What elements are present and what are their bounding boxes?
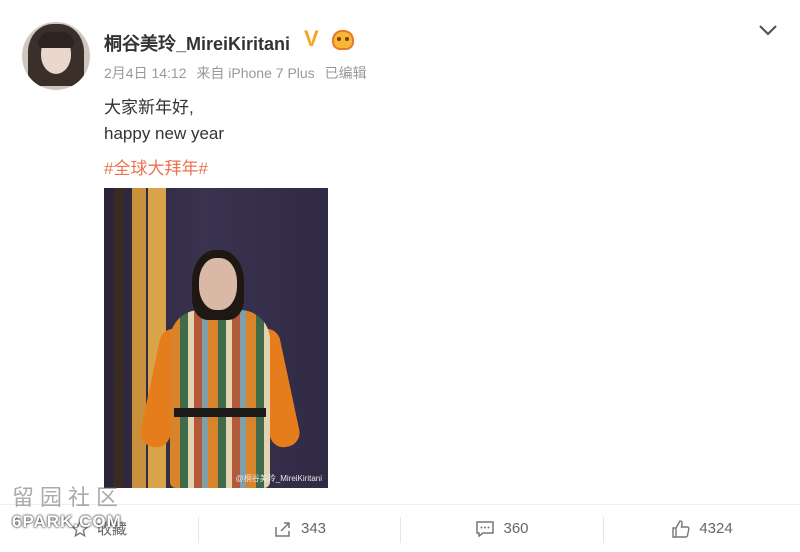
member-badge-icon[interactable] <box>332 30 354 50</box>
post-text-line: happy new year <box>104 124 225 143</box>
site-watermark: 留园社区 6PARK.COM <box>12 480 142 531</box>
comment-count: 360 <box>503 520 529 537</box>
like-button[interactable]: 4324 <box>604 505 800 552</box>
comment-button[interactable]: 360 <box>401 505 603 552</box>
like-count: 4324 <box>699 520 733 537</box>
share-icon <box>275 521 290 537</box>
username[interactable]: 桐谷美玲_MireiKiritani <box>104 30 290 56</box>
chevron-down-icon[interactable] <box>756 20 780 40</box>
post-text-line: 大家新年好, <box>104 98 194 117</box>
post-image[interactable]: @桐谷美玲_MireiKiritani <box>104 188 328 488</box>
avatar[interactable] <box>22 22 90 90</box>
edited-label[interactable]: 已编辑 <box>325 65 367 81</box>
site-watermark-en: 6PARK.COM <box>12 512 122 531</box>
post-source: 来自 iPhone 7 Plus <box>196 65 315 81</box>
image-watermark: @桐谷美玲_MireiKiritani <box>235 474 322 483</box>
repost-count: 343 <box>300 520 327 537</box>
repost-button[interactable]: 343 <box>199 505 400 552</box>
hashtag-link[interactable]: #全球大拜年# <box>104 154 208 179</box>
post-meta: 2月4日 14:12 来自 iPhone 7 Plus 已编辑 <box>104 63 373 83</box>
site-watermark-cn: 留园社区 <box>12 486 125 511</box>
thumbs-up-icon <box>672 519 690 538</box>
post-date[interactable]: 2月4日 14:12 <box>104 65 187 81</box>
verified-icon: V <box>304 26 319 51</box>
comment-icon <box>476 520 495 537</box>
